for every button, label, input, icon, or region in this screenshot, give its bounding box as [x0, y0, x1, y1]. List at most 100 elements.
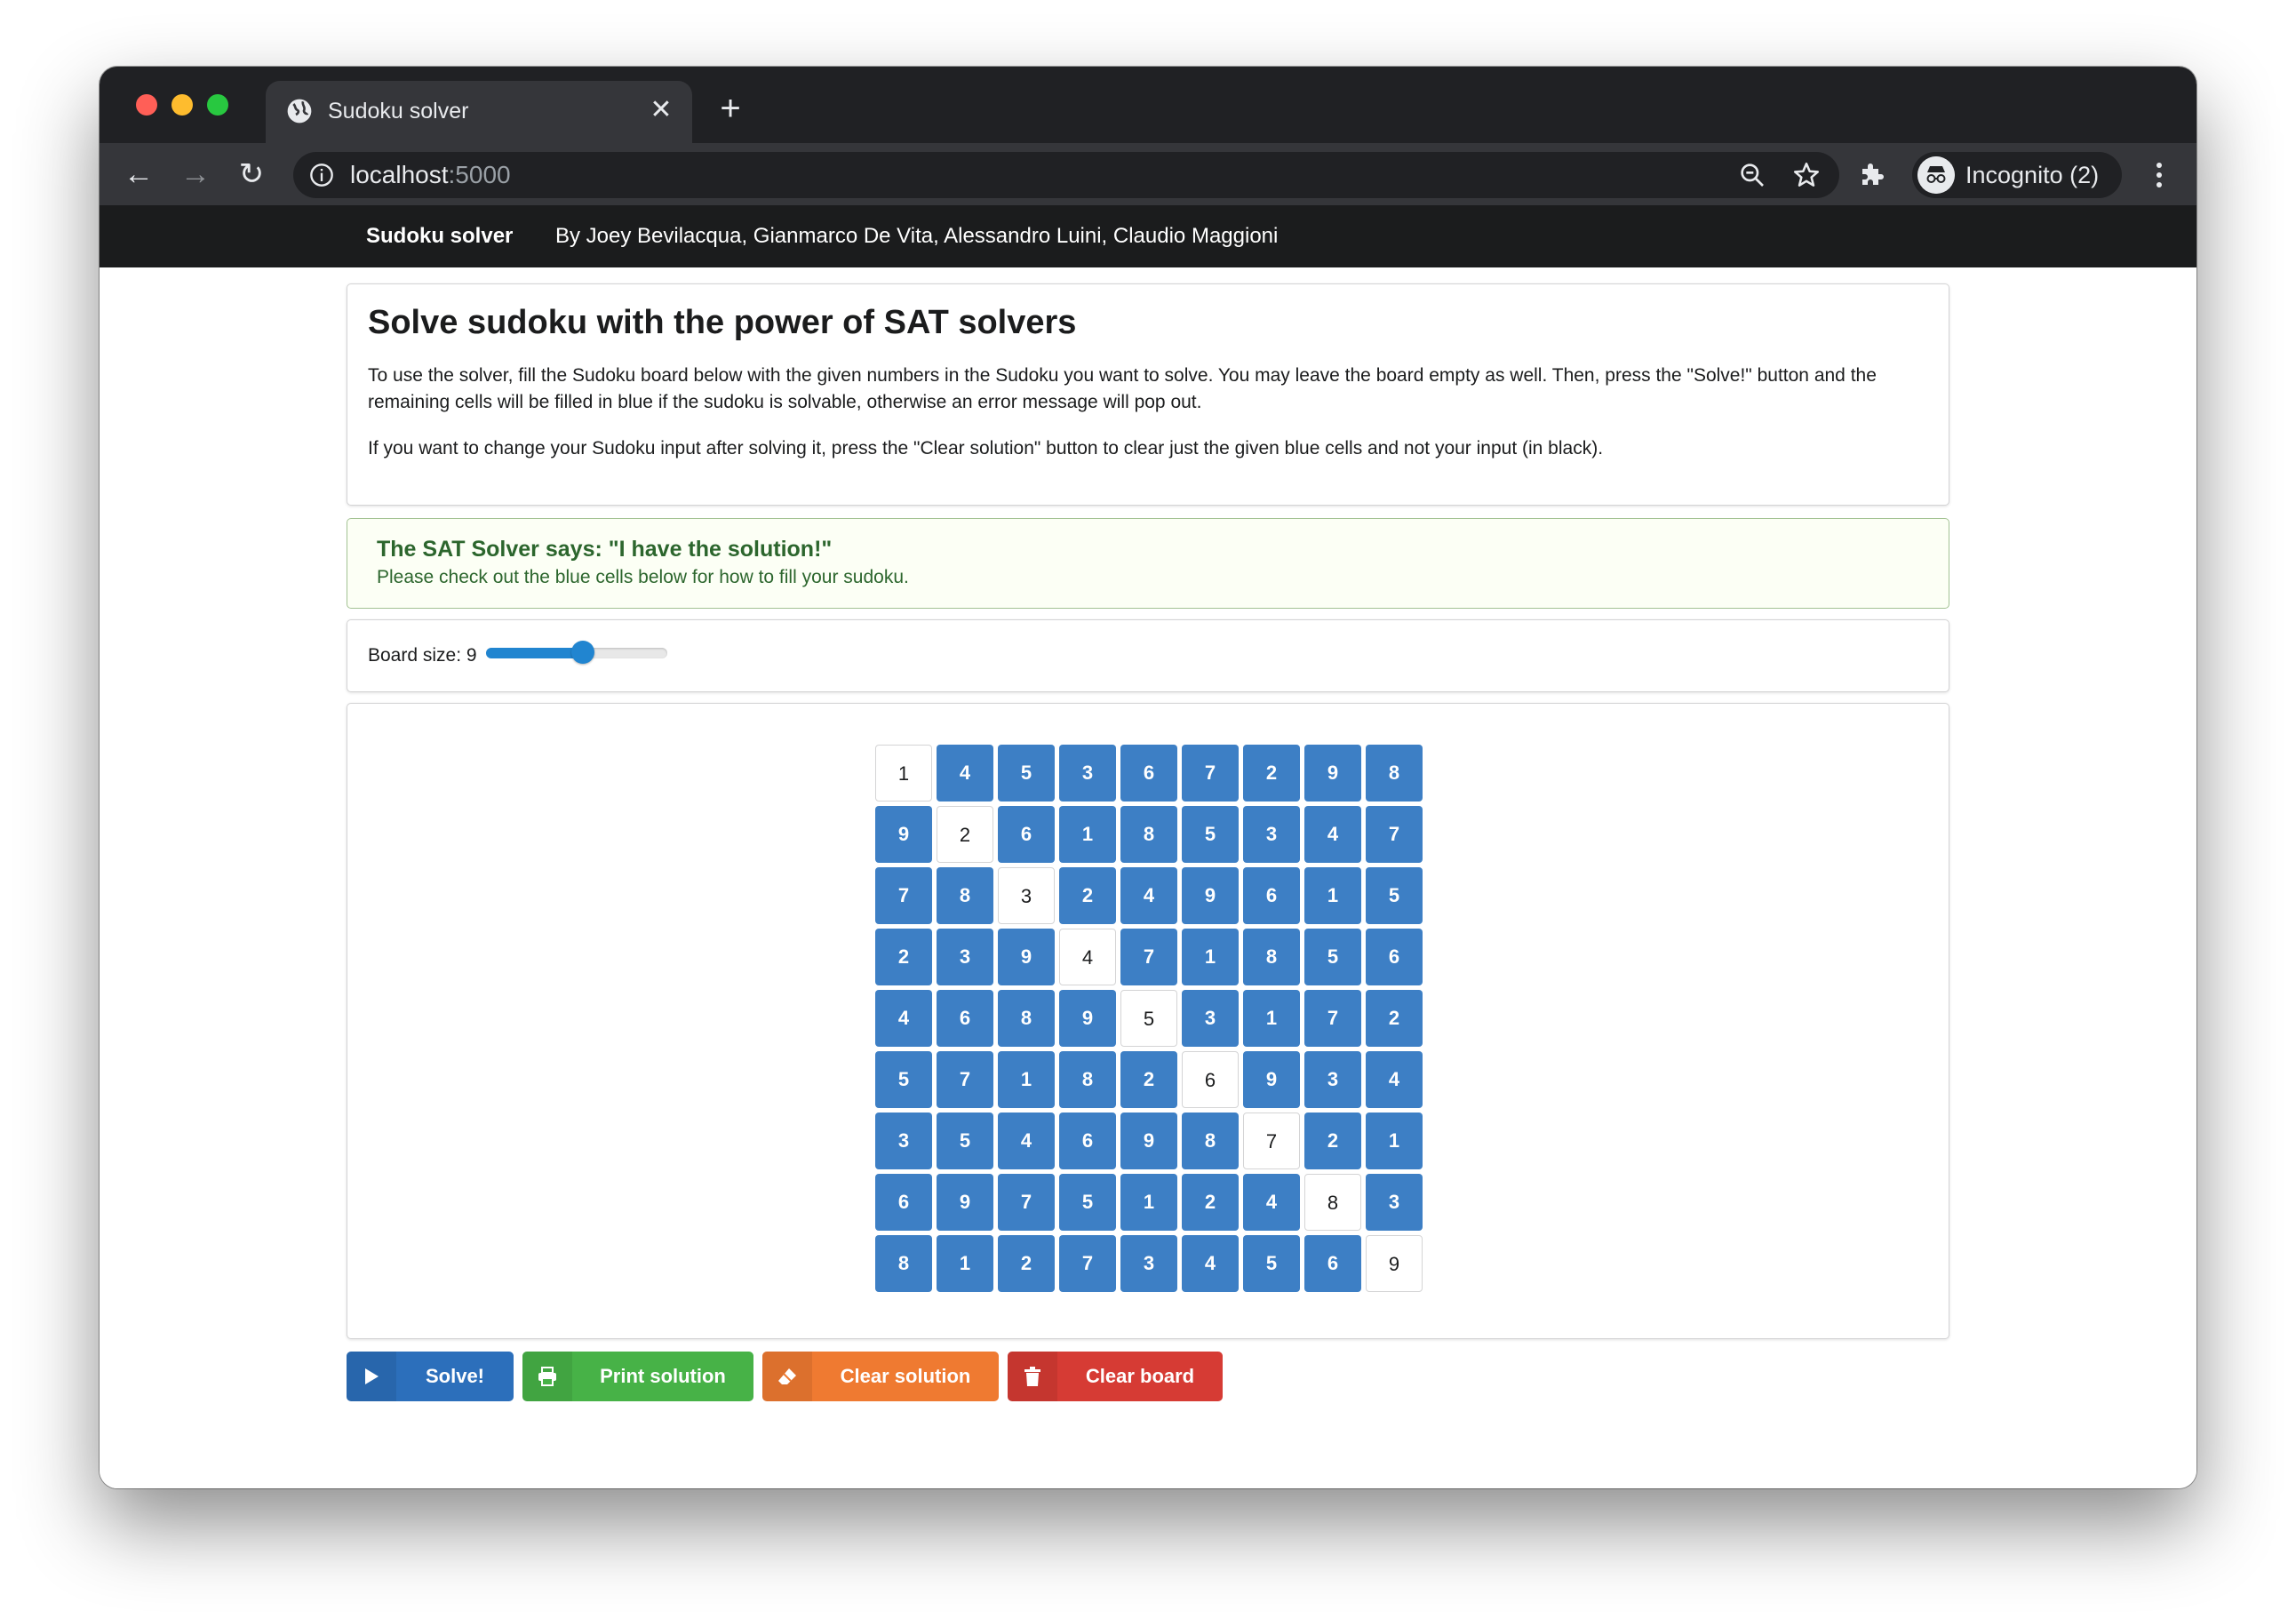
sudoku-cell-solved[interactable]: 8 [998, 990, 1055, 1047]
sudoku-cell-solved[interactable]: 1 [937, 1235, 993, 1292]
sudoku-cell-solved[interactable]: 1 [1059, 806, 1116, 863]
sudoku-cell-solved[interactable]: 9 [1059, 990, 1116, 1047]
minimize-window-button[interactable] [171, 94, 193, 116]
sudoku-cell-solved[interactable]: 5 [1182, 806, 1239, 863]
board-size-slider[interactable] [486, 641, 667, 664]
sudoku-cell-solved[interactable]: 9 [1120, 1113, 1177, 1169]
sudoku-cell-given[interactable]: 7 [1243, 1113, 1300, 1169]
sudoku-cell-solved[interactable]: 4 [1182, 1235, 1239, 1292]
sudoku-cell-solved[interactable]: 7 [1120, 929, 1177, 985]
bookmark-star-icon[interactable] [1791, 160, 1822, 190]
reload-icon[interactable]: ↻ [235, 157, 268, 191]
sudoku-cell-solved[interactable]: 8 [1366, 745, 1423, 802]
slider-thumb[interactable] [571, 641, 594, 664]
solve-button[interactable]: Solve! [347, 1352, 514, 1401]
sudoku-cell-solved[interactable]: 5 [937, 1113, 993, 1169]
sudoku-cell-solved[interactable]: 3 [1366, 1174, 1423, 1231]
url-text[interactable]: localhost:5000 [350, 161, 511, 189]
sudoku-cell-given[interactable]: 5 [1120, 990, 1177, 1047]
zoom-icon[interactable] [1738, 161, 1766, 189]
sudoku-cell-solved[interactable]: 8 [1120, 806, 1177, 863]
close-window-button[interactable] [136, 94, 157, 116]
browser-tab[interactable]: Sudoku solver ✕ [266, 81, 692, 143]
sudoku-cell-solved[interactable]: 7 [1182, 745, 1239, 802]
sudoku-cell-solved[interactable]: 1 [998, 1051, 1055, 1108]
sudoku-cell-given[interactable]: 6 [1182, 1051, 1239, 1108]
address-bar[interactable]: localhost:5000 [293, 152, 1839, 198]
sudoku-cell-given[interactable]: 1 [875, 745, 932, 802]
sudoku-cell-solved[interactable]: 5 [998, 745, 1055, 802]
sudoku-cell-given[interactable]: 3 [998, 867, 1055, 924]
sudoku-cell-solved[interactable]: 4 [1120, 867, 1177, 924]
sudoku-cell-solved[interactable]: 2 [1059, 867, 1116, 924]
sudoku-cell-solved[interactable]: 1 [1366, 1113, 1423, 1169]
sudoku-cell-solved[interactable]: 6 [1059, 1113, 1116, 1169]
sudoku-cell-solved[interactable]: 6 [1366, 929, 1423, 985]
sudoku-cell-solved[interactable]: 3 [937, 929, 993, 985]
sudoku-cell-solved[interactable]: 2 [1304, 1113, 1361, 1169]
sudoku-cell-solved[interactable]: 7 [937, 1051, 993, 1108]
sudoku-cell-solved[interactable]: 5 [1366, 867, 1423, 924]
sudoku-cell-solved[interactable]: 5 [875, 1051, 932, 1108]
forward-arrow-icon[interactable]: → [179, 157, 212, 191]
sudoku-cell-solved[interactable]: 1 [1120, 1174, 1177, 1231]
sudoku-cell-solved[interactable]: 9 [1243, 1051, 1300, 1108]
sudoku-cell-solved[interactable]: 2 [875, 929, 932, 985]
navbar-brand[interactable]: Sudoku solver [366, 223, 513, 250]
sudoku-cell-solved[interactable]: 8 [875, 1235, 932, 1292]
sudoku-cell-solved[interactable]: 6 [998, 806, 1055, 863]
sudoku-cell-solved[interactable]: 1 [1243, 990, 1300, 1047]
sudoku-cell-solved[interactable]: 3 [1182, 990, 1239, 1047]
sudoku-cell-solved[interactable]: 3 [1304, 1051, 1361, 1108]
sudoku-cell-solved[interactable]: 2 [1120, 1051, 1177, 1108]
sudoku-cell-solved[interactable]: 4 [1243, 1174, 1300, 1231]
extensions-puzzle-icon[interactable] [1857, 158, 1889, 190]
sudoku-cell-solved[interactable]: 8 [937, 867, 993, 924]
info-icon[interactable] [309, 163, 334, 187]
sudoku-cell-solved[interactable]: 6 [875, 1174, 932, 1231]
more-menu-icon[interactable] [2149, 157, 2170, 193]
sudoku-cell-solved[interactable]: 7 [998, 1174, 1055, 1231]
sudoku-cell-solved[interactable]: 2 [998, 1235, 1055, 1292]
back-arrow-icon[interactable]: ← [122, 157, 155, 191]
sudoku-cell-given[interactable]: 4 [1059, 929, 1116, 985]
sudoku-cell-solved[interactable]: 5 [1059, 1174, 1116, 1231]
sudoku-cell-solved[interactable]: 3 [1059, 745, 1116, 802]
sudoku-cell-solved[interactable]: 4 [1366, 1051, 1423, 1108]
sudoku-cell-solved[interactable]: 6 [937, 990, 993, 1047]
sudoku-cell-solved[interactable]: 9 [875, 806, 932, 863]
sudoku-cell-solved[interactable]: 9 [937, 1174, 993, 1231]
sudoku-cell-solved[interactable]: 7 [875, 867, 932, 924]
sudoku-cell-solved[interactable]: 3 [1120, 1235, 1177, 1292]
sudoku-cell-solved[interactable]: 3 [875, 1113, 932, 1169]
sudoku-cell-solved[interactable]: 7 [1366, 806, 1423, 863]
sudoku-cell-solved[interactable]: 6 [1304, 1235, 1361, 1292]
clear-solution-button[interactable]: Clear solution [762, 1352, 999, 1401]
clear-board-button[interactable]: Clear board [1008, 1352, 1223, 1401]
sudoku-cell-solved[interactable]: 6 [1243, 867, 1300, 924]
sudoku-cell-solved[interactable]: 5 [1243, 1235, 1300, 1292]
print-solution-button[interactable]: Print solution [522, 1352, 753, 1401]
sudoku-cell-solved[interactable]: 5 [1304, 929, 1361, 985]
sudoku-cell-given[interactable]: 2 [937, 806, 993, 863]
sudoku-cell-given[interactable]: 9 [1366, 1235, 1423, 1292]
sudoku-cell-given[interactable]: 8 [1304, 1174, 1361, 1231]
sudoku-cell-solved[interactable]: 7 [1059, 1235, 1116, 1292]
incognito-profile-chip[interactable]: Incognito (2) [1912, 152, 2122, 198]
sudoku-cell-solved[interactable]: 6 [1120, 745, 1177, 802]
sudoku-cell-solved[interactable]: 2 [1182, 1174, 1239, 1231]
sudoku-cell-solved[interactable]: 7 [1304, 990, 1361, 1047]
sudoku-cell-solved[interactable]: 8 [1182, 1113, 1239, 1169]
sudoku-cell-solved[interactable]: 4 [1304, 806, 1361, 863]
sudoku-cell-solved[interactable]: 4 [998, 1113, 1055, 1169]
sudoku-cell-solved[interactable]: 8 [1059, 1051, 1116, 1108]
sudoku-cell-solved[interactable]: 4 [875, 990, 932, 1047]
sudoku-cell-solved[interactable]: 1 [1304, 867, 1361, 924]
sudoku-cell-solved[interactable]: 1 [1182, 929, 1239, 985]
sudoku-cell-solved[interactable]: 2 [1366, 990, 1423, 1047]
new-tab-button[interactable]: + [713, 91, 748, 127]
sudoku-cell-solved[interactable]: 9 [1182, 867, 1239, 924]
sudoku-cell-solved[interactable]: 3 [1243, 806, 1300, 863]
sudoku-cell-solved[interactable]: 8 [1243, 929, 1300, 985]
sudoku-cell-solved[interactable]: 4 [937, 745, 993, 802]
